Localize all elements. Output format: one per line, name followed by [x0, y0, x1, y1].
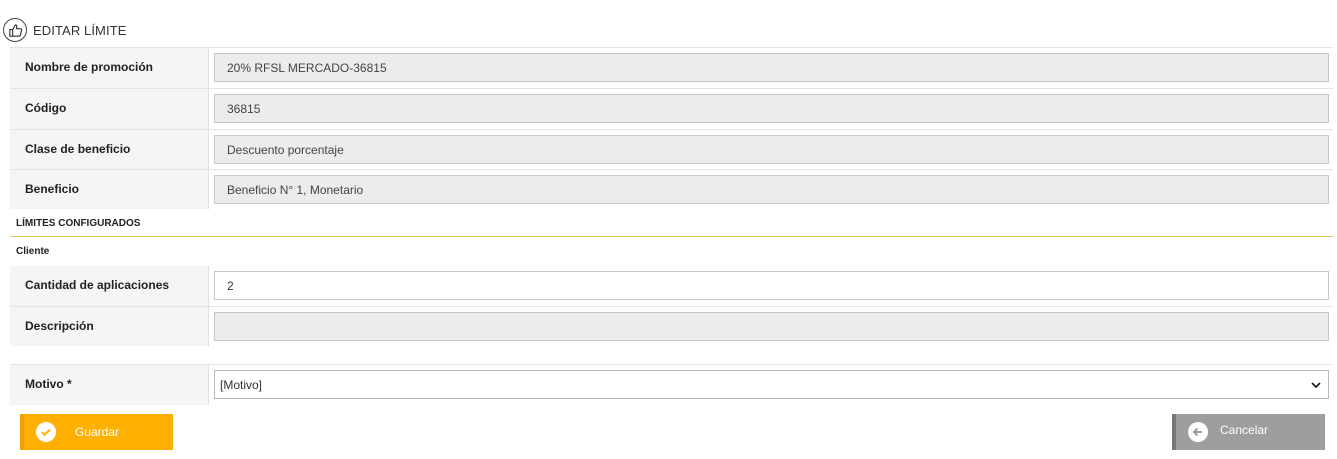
form-row-nombre: Nombre de promoción 20% RFSL MERCADO-368…	[10, 48, 1333, 88]
form-row-descripcion: Descripción	[10, 307, 1333, 346]
field-label: Nombre de promoción	[10, 48, 209, 88]
description-field	[214, 312, 1329, 341]
field-label: Descripción	[10, 307, 209, 346]
thumbs-up-icon	[3, 18, 27, 42]
client-group-title: Cliente	[16, 246, 50, 257]
section-divider	[10, 236, 1333, 237]
form-row-motivo: Motivo * [Motivo]	[10, 365, 1333, 405]
field-label: Clase de beneficio	[10, 130, 209, 169]
field-label: Beneficio	[10, 170, 209, 209]
code-field: 36815	[214, 94, 1329, 123]
arrow-left-icon	[1188, 422, 1208, 442]
save-button[interactable]: Guardar	[20, 414, 173, 450]
field-label: Cantidad de aplicaciones	[10, 266, 209, 306]
page-title: EDITAR LÍMITE	[33, 22, 127, 38]
field-label: Motivo *	[10, 365, 209, 405]
check-icon	[36, 422, 56, 442]
chevron-down-icon	[1310, 379, 1322, 394]
cancel-button-label: Cancelar	[1220, 423, 1269, 437]
form-row-clase: Clase de beneficio Descuento porcentaje	[10, 130, 1333, 169]
promotion-name-field: 20% RFSL MERCADO-36815	[214, 53, 1329, 82]
limits-section-title: LÍMITES CONFIGURADOS	[16, 218, 141, 229]
motivo-selected-value: [Motivo]	[220, 377, 263, 392]
save-button-label: Guardar	[75, 425, 120, 439]
benefit-class-field: Descuento porcentaje	[214, 135, 1329, 164]
form-row-beneficio: Beneficio Beneficio N° 1, Monetario	[10, 170, 1333, 209]
form-row-codigo: Código 36815	[10, 89, 1333, 129]
form-row-cantidad: Cantidad de aplicaciones 2	[10, 266, 1333, 306]
motivo-select[interactable]: [Motivo]	[214, 370, 1329, 399]
cancel-button[interactable]: Cancelar	[1172, 414, 1325, 450]
field-label: Código	[10, 89, 209, 129]
applications-quantity-input[interactable]: 2	[214, 271, 1329, 300]
page-header: EDITAR LÍMITE	[3, 16, 127, 44]
benefit-field: Beneficio N° 1, Monetario	[214, 175, 1329, 204]
